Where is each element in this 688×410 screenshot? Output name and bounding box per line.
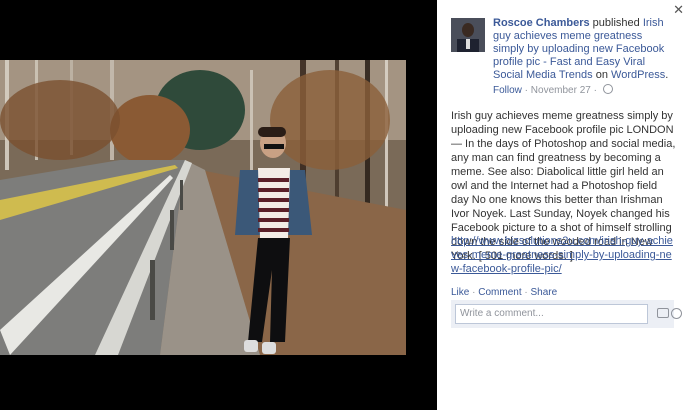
author-link[interactable]: Roscoe Chambers <box>493 17 590 29</box>
article-url-link[interactable]: http://www.bizsolutions2u.com/irish-guy-… <box>451 234 677 276</box>
meta-separator: · <box>521 85 531 96</box>
site-link[interactable]: WordPress <box>611 69 665 81</box>
camera-icon[interactable] <box>657 308 669 318</box>
comment-link[interactable]: Comment <box>478 287 521 298</box>
post-actions: Like · Comment · Share <box>451 287 557 298</box>
globe-icon[interactable] <box>602 84 613 94</box>
on-text: on <box>592 69 612 81</box>
emoji-icon[interactable] <box>671 308 682 319</box>
published-text: published <box>589 17 643 29</box>
avatar[interactable] <box>451 18 485 52</box>
date-separator: · <box>590 85 600 96</box>
close-icon[interactable]: ✕ <box>673 3 684 17</box>
comment-input[interactable]: Write a comment... <box>455 304 648 324</box>
follow-link[interactable]: Follow <box>493 85 522 96</box>
post-meta: Follow · November 27 · <box>493 84 673 97</box>
post-date[interactable]: November 27 <box>531 85 591 96</box>
photo-viewer-stage <box>0 0 437 410</box>
action-separator: · <box>521 287 531 298</box>
like-link[interactable]: Like <box>451 287 469 298</box>
action-separator: · <box>469 287 479 298</box>
post-header: Roscoe Chambers published Irish guy achi… <box>493 17 673 97</box>
post-side-panel: ✕ Roscoe Chambers published Irish guy ac… <box>437 0 688 410</box>
comment-area: Write a comment... <box>451 300 682 328</box>
share-link[interactable]: Share <box>531 287 558 298</box>
site-suffix: . <box>665 69 669 81</box>
post-photo[interactable] <box>0 60 406 355</box>
